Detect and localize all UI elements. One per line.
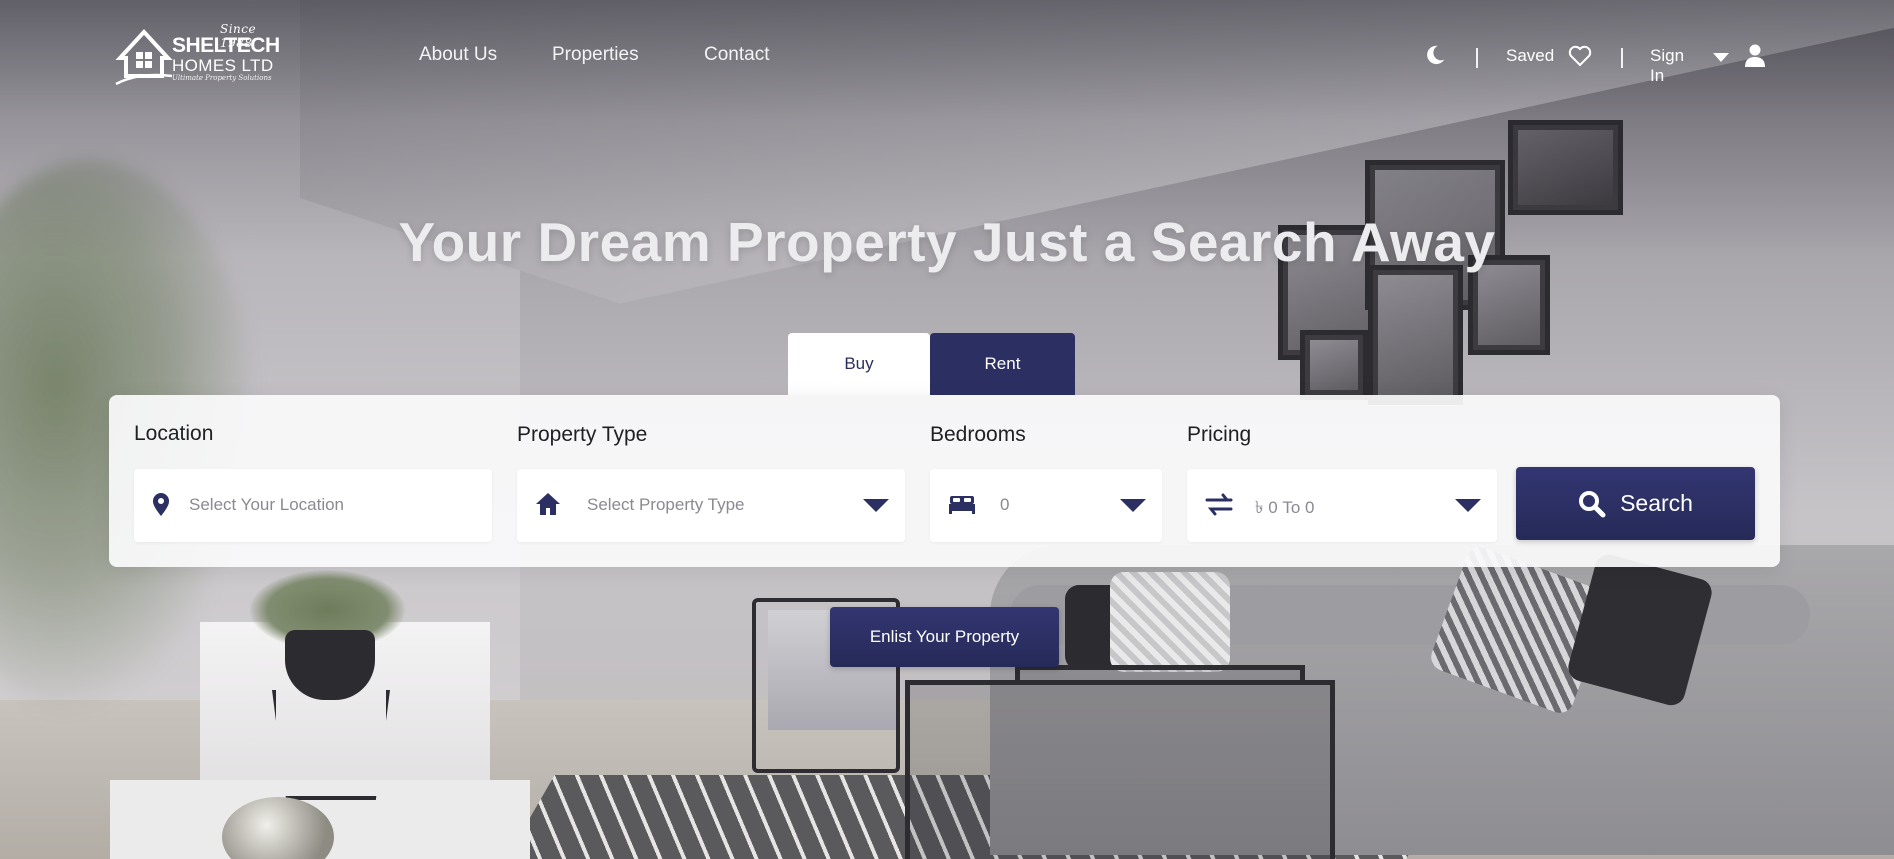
buy-rent-tabs: Buy Rent <box>788 333 1075 395</box>
bedrooms-label: Bedrooms <box>930 423 1026 446</box>
caret-down-icon[interactable] <box>1713 53 1729 62</box>
logo-tagline: Ultimate Property Solutions <box>172 74 272 82</box>
property-type-select[interactable]: Select Property Type <box>587 495 745 515</box>
nav-properties[interactable]: Properties <box>552 44 639 66</box>
home-icon <box>536 493 560 515</box>
property-type-label: Property Type <box>517 423 648 446</box>
site-header: Since 1988 SHELTECH HOMES LTD Ultimate P… <box>0 0 1894 115</box>
search-panel: Location Select Your Location Property T… <box>109 395 1780 567</box>
pricing-field[interactable]: ৳ 0 To 0 <box>1187 469 1497 542</box>
search-icon <box>1579 490 1606 517</box>
user-icon[interactable] <box>1744 44 1766 68</box>
chevron-down-icon[interactable] <box>863 499 889 512</box>
map-pin-icon <box>153 493 169 516</box>
header-divider <box>1621 48 1623 68</box>
nav-about-us[interactable]: About Us <box>419 44 497 66</box>
heart-icon[interactable] <box>1568 45 1592 67</box>
property-type-field[interactable]: Select Property Type <box>517 469 905 542</box>
bedrooms-field[interactable]: 0 <box>930 469 1162 542</box>
search-button-label: Search <box>1620 490 1693 516</box>
location-field[interactable]: Select Your Location <box>134 469 492 542</box>
chevron-down-icon[interactable] <box>1455 499 1481 512</box>
swap-arrows-icon <box>1205 493 1233 516</box>
logo-name-line1: SHELTECH <box>172 34 280 57</box>
location-label: Location <box>134 422 214 445</box>
tab-rent[interactable]: Rent <box>930 333 1075 395</box>
sign-in-link[interactable]: Sign In <box>1650 46 1684 86</box>
bedrooms-select[interactable]: 0 <box>1000 495 1009 515</box>
chevron-down-icon[interactable] <box>1120 499 1146 512</box>
pricing-label: Pricing <box>1187 423 1252 446</box>
pricing-select[interactable]: ৳ 0 To 0 <box>1255 495 1315 523</box>
enlist-property-button[interactable]: Enlist Your Property <box>830 607 1059 667</box>
header-divider <box>1476 48 1478 68</box>
location-input[interactable]: Select Your Location <box>189 495 344 515</box>
nav-contact[interactable]: Contact <box>704 44 769 66</box>
saved-link[interactable]: Saved <box>1506 46 1554 66</box>
hero-headline: Your Dream Property Just a Search Away <box>398 211 1496 273</box>
search-button[interactable]: Search <box>1516 467 1755 540</box>
house-logo-icon <box>115 29 173 86</box>
bed-icon <box>949 496 975 514</box>
brand-logo[interactable]: Since 1988 SHELTECH HOMES LTD Ultimate P… <box>110 22 280 90</box>
tab-buy[interactable]: Buy <box>788 333 930 395</box>
moon-icon[interactable] <box>1424 44 1446 66</box>
logo-name-line2: HOMES LTD <box>172 56 274 75</box>
